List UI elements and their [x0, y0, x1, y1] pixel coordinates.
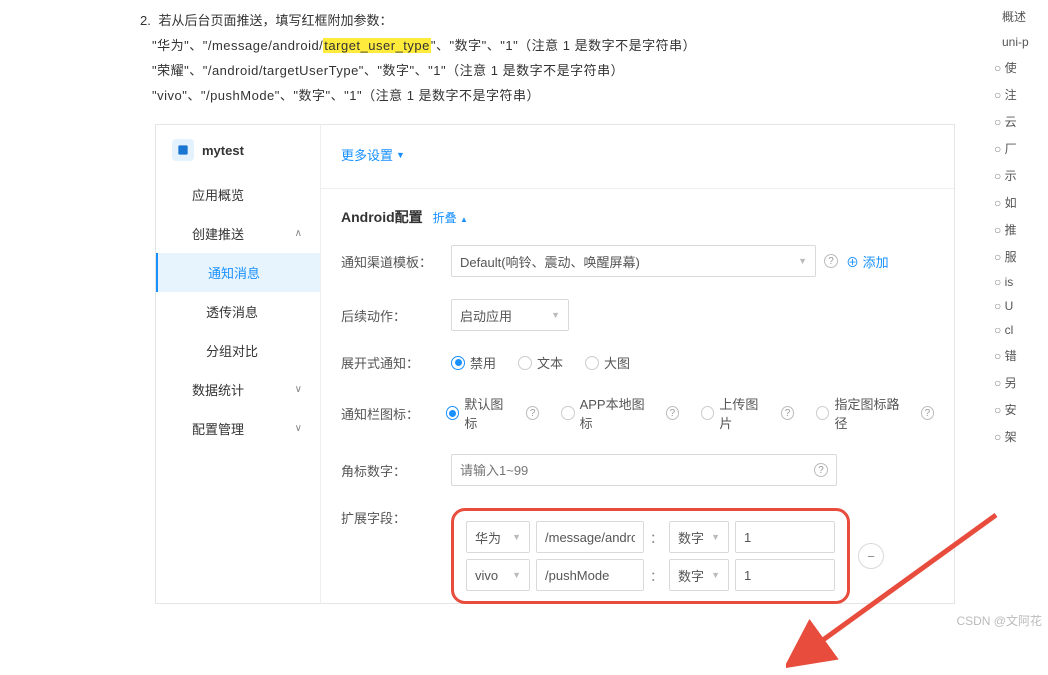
ext-value-input[interactable] [735, 559, 835, 591]
radio-path[interactable]: 指定图标路径? [816, 394, 934, 432]
badge-input[interactable] [460, 463, 814, 478]
ol-number: 2. [140, 13, 151, 28]
param-line-honor: "荣耀"、"/android/targetUserType"、"数字"、"1"（… [152, 60, 1048, 79]
action-label: 后续动作： [341, 306, 451, 325]
chevron-down-icon: ∨ [295, 423, 302, 434]
help-icon[interactable]: ? [921, 406, 934, 420]
sidebar: mytest 应用概览 创建推送∧ 通知消息 透传消息 分组对比 数据统计∨ 配… [156, 125, 321, 603]
outline-subitem[interactable]: 安 [994, 401, 1048, 418]
param-line-hw: "华为"、"/message/android/target_user_type"… [152, 35, 1048, 54]
ext-row: 华为▼ ： 数字▼ [466, 521, 835, 553]
brand[interactable]: mytest [156, 125, 320, 175]
outline-subitem[interactable]: 注 [994, 86, 1048, 103]
param-line-vivo: "vivo"、"/pushMode"、"数字"、"1"（注意 1 是数字不是字符… [152, 85, 1048, 104]
collapse-link[interactable]: 折叠 ▲ [433, 209, 468, 226]
app-name: mytest [202, 143, 244, 158]
section-title: Android配置 折叠 ▲ [321, 188, 954, 227]
outline-subitem[interactable]: cl [994, 323, 1048, 337]
help-icon[interactable]: ? [814, 463, 828, 477]
outline-subitem[interactable]: 推 [994, 221, 1048, 238]
action-select[interactable]: 启动应用▼ [451, 299, 569, 331]
add-button[interactable]: ⊕ 添加 [846, 252, 889, 271]
outline-subitem[interactable]: is [994, 275, 1048, 289]
outline-subitem[interactable]: 服 [994, 248, 1048, 265]
badge-input-wrap: ? [451, 454, 837, 486]
sidebar-item-stats[interactable]: 数据统计∨ [156, 370, 320, 409]
ol-text: 若从后台页面推送，填写红框附加参数： [158, 13, 392, 28]
outline-subitem[interactable]: U [994, 299, 1048, 313]
sidebar-item-abtest[interactable]: 分组对比 [156, 331, 320, 370]
chevron-down-icon: ▼ [551, 310, 560, 320]
help-icon[interactable]: ? [781, 406, 794, 420]
radio-text[interactable]: 文本 [518, 353, 563, 372]
expand-label: 展开式通知： [341, 353, 451, 372]
ext-fields-box: 华为▼ ： 数字▼ vivo▼ ： 数字▼ [451, 508, 850, 604]
more-settings-link[interactable]: 更多设置 ▼ [341, 145, 405, 164]
vendor-select[interactable]: vivo▼ [466, 559, 530, 591]
outline-item[interactable]: uni-p [1002, 35, 1048, 49]
highlight: target_user_type [323, 38, 431, 53]
ext-label: 扩展字段： [341, 508, 451, 527]
sidebar-item-create[interactable]: 创建推送∧ [156, 214, 320, 253]
outline-subitem[interactable]: 示 [994, 167, 1048, 184]
outline-subitem[interactable]: 厂 [994, 140, 1048, 157]
radio-disable[interactable]: 禁用 [451, 353, 496, 372]
app-frame: mytest 应用概览 创建推送∧ 通知消息 透传消息 分组对比 数据统计∨ 配… [155, 124, 955, 604]
radio-bigimg[interactable]: 大图 [585, 353, 630, 372]
dtype-select[interactable]: 数字▼ [669, 521, 729, 553]
badge-label: 角标数字： [341, 461, 451, 480]
vendor-select[interactable]: 华为▼ [466, 521, 530, 553]
dtype-select[interactable]: 数字▼ [669, 559, 729, 591]
chevron-down-icon: ▼ [396, 150, 405, 160]
main-panel: 更多设置 ▼ Android配置 折叠 ▲ 通知渠道模板： Default(响铃… [321, 125, 954, 603]
outline-item[interactable]: 概述 [1002, 8, 1048, 25]
outline-subitem[interactable]: 架 [994, 428, 1048, 445]
outline-subitem[interactable]: 错 [994, 347, 1048, 364]
radio-default-icon[interactable]: 默认图标? [446, 394, 539, 432]
icon-label: 通知栏图标： [341, 404, 446, 423]
radio-upload[interactable]: 上传图片? [701, 394, 794, 432]
sidebar-item-config[interactable]: 配置管理∨ [156, 409, 320, 448]
ext-value-input[interactable] [735, 521, 835, 553]
ext-key-input[interactable] [536, 521, 644, 553]
sidebar-item-overview[interactable]: 应用概览 [156, 175, 320, 214]
chevron-down-icon: ∨ [295, 384, 302, 395]
chevron-up-icon: ∧ [295, 228, 302, 239]
app-icon [172, 139, 194, 161]
ext-key-input[interactable] [536, 559, 644, 591]
channel-select[interactable]: Default(响铃、震动、唤醒屏幕)▼ [451, 245, 816, 277]
sidebar-item-transparent[interactable]: 透传消息 [156, 292, 320, 331]
channel-label: 通知渠道模板： [341, 252, 451, 271]
outline-subitem[interactable]: 另 [994, 374, 1048, 391]
watermark: CSDN @文阿花 [956, 612, 1042, 629]
chevron-down-icon: ▼ [798, 256, 807, 266]
outline-subitem[interactable]: 使 [994, 59, 1048, 76]
help-icon[interactable]: ? [526, 406, 539, 420]
radio-local-icon[interactable]: APP本地图标? [561, 394, 679, 432]
remove-button[interactable]: − [858, 543, 884, 569]
chevron-up-icon: ▲ [460, 215, 468, 224]
ext-row: vivo▼ ： 数字▼ [466, 559, 835, 591]
help-icon[interactable]: ? [666, 406, 679, 420]
outline-subitem[interactable]: 如 [994, 194, 1048, 211]
sidebar-item-notify[interactable]: 通知消息 [156, 253, 320, 292]
outline: 概述 uni-p 使 注 云 厂 示 如 推 服 is U cl 错 另 安 架 [988, 0, 1048, 455]
help-icon[interactable]: ? [824, 254, 838, 268]
outline-subitem[interactable]: 云 [994, 113, 1048, 130]
